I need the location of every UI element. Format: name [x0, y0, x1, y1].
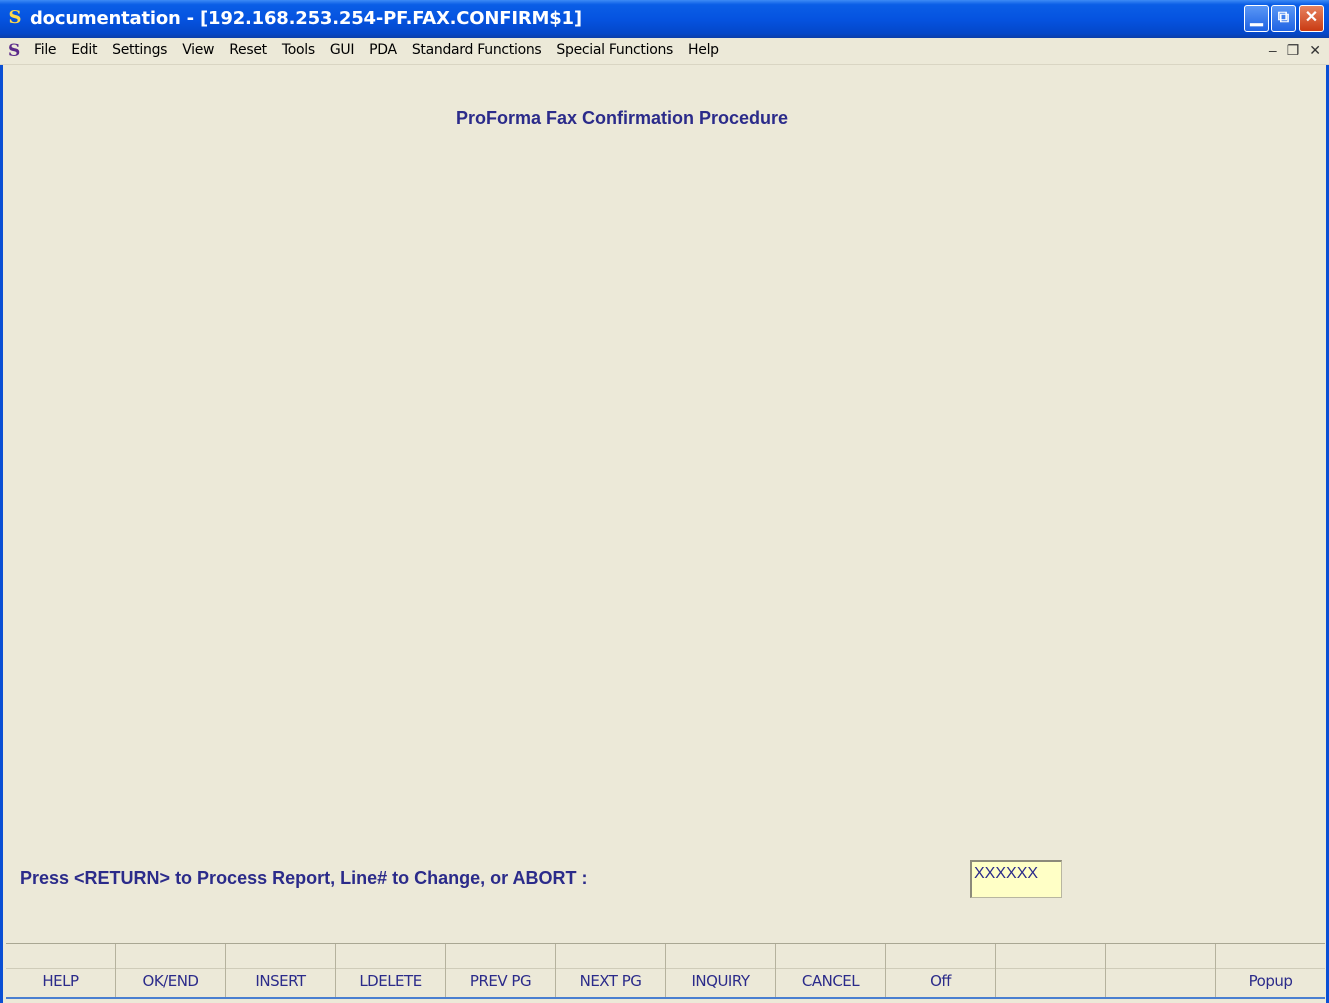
menu-settings[interactable]: Settings [112, 42, 167, 58]
fkey-label: Off [930, 972, 951, 990]
fkey-popup[interactable]: Popup [1216, 944, 1325, 998]
menu-help[interactable]: Help [688, 42, 719, 58]
menu-logo-icon[interactable]: S [8, 41, 28, 61]
mdi-close-icon[interactable]: ✕ [1309, 42, 1321, 59]
fkey-next-pg[interactable]: NEXT PG [556, 944, 666, 998]
fkey-label: INQUIRY [691, 972, 750, 990]
menu-gui[interactable]: GUI [330, 42, 355, 58]
restore-icon: ⧉ [1277, 9, 1290, 26]
function-key-bar: HELP OK/END INSERT LDELETE PREV PG NEXT … [6, 943, 1325, 998]
fkey-cancel[interactable]: CANCEL [776, 944, 886, 998]
fkey-label: INSERT [255, 972, 306, 990]
fkey-label: PREV PG [469, 972, 532, 990]
terminal-screen: ProForma Fax Confirmation Procedure Pres… [4, 65, 1325, 941]
menu-bar: S File Edit Settings View Reset Tools GU… [0, 38, 1329, 65]
window-title: documentation - [192.168.253.254-PF.FAX.… [30, 8, 582, 29]
screen-title: ProForma Fax Confirmation Procedure [456, 108, 789, 128]
close-icon: ✕ [1304, 9, 1319, 26]
fkey-help[interactable]: HELP [6, 944, 116, 998]
menu-view[interactable]: View [182, 42, 214, 58]
menu-file[interactable]: File [34, 42, 57, 58]
fkey-ok-end[interactable]: OK/END [116, 944, 226, 998]
title-bar[interactable]: S documentation - [192.168.253.254-PF.FA… [0, 0, 1329, 38]
response-input[interactable]: XXXXXX [970, 860, 1062, 898]
fkey-label: CANCEL [801, 972, 860, 990]
mdi-minimize-icon[interactable]: – [1269, 42, 1277, 59]
minimize-icon: ▁ [1250, 9, 1263, 26]
close-button[interactable]: ✕ [1299, 5, 1324, 32]
fkey-label: LDELETE [359, 972, 422, 990]
fkey-inquiry[interactable]: INQUIRY [666, 944, 776, 998]
fkey-blank-2[interactable] [1106, 944, 1216, 998]
fkey-label: Popup [1248, 972, 1293, 990]
fkey-label: NEXT PG [579, 972, 642, 990]
menu-special-functions[interactable]: Special Functions [556, 42, 673, 58]
mdi-controls: – ❐ ✕ [1269, 42, 1321, 59]
bottom-frame [6, 997, 1325, 999]
fkey-prev-pg[interactable]: PREV PG [446, 944, 556, 998]
menu-edit[interactable]: Edit [71, 42, 97, 58]
prompt-label: Press <RETURN> to Process Report, Line# … [20, 868, 588, 888]
mdi-restore-icon[interactable]: ❐ [1287, 42, 1300, 59]
fkey-off[interactable]: Off [886, 944, 996, 998]
fkey-label: HELP [42, 972, 79, 990]
fkey-ldelete[interactable]: LDELETE [336, 944, 446, 998]
menu-pda[interactable]: PDA [369, 42, 397, 58]
fkey-blank-1[interactable] [996, 944, 1106, 998]
fkey-insert[interactable]: INSERT [226, 944, 336, 998]
minimize-button[interactable]: ▁ [1244, 5, 1269, 32]
window-frame-left [0, 38, 3, 1003]
menu-standard-functions[interactable]: Standard Functions [412, 42, 542, 58]
app-icon[interactable]: S [6, 7, 24, 29]
fkey-label: OK/END [142, 972, 199, 990]
menu-tools[interactable]: Tools [282, 42, 315, 58]
menu-items: File Edit Settings View Reset Tools GUI … [34, 42, 734, 58]
menu-reset[interactable]: Reset [229, 42, 267, 58]
restore-button[interactable]: ⧉ [1271, 5, 1296, 32]
